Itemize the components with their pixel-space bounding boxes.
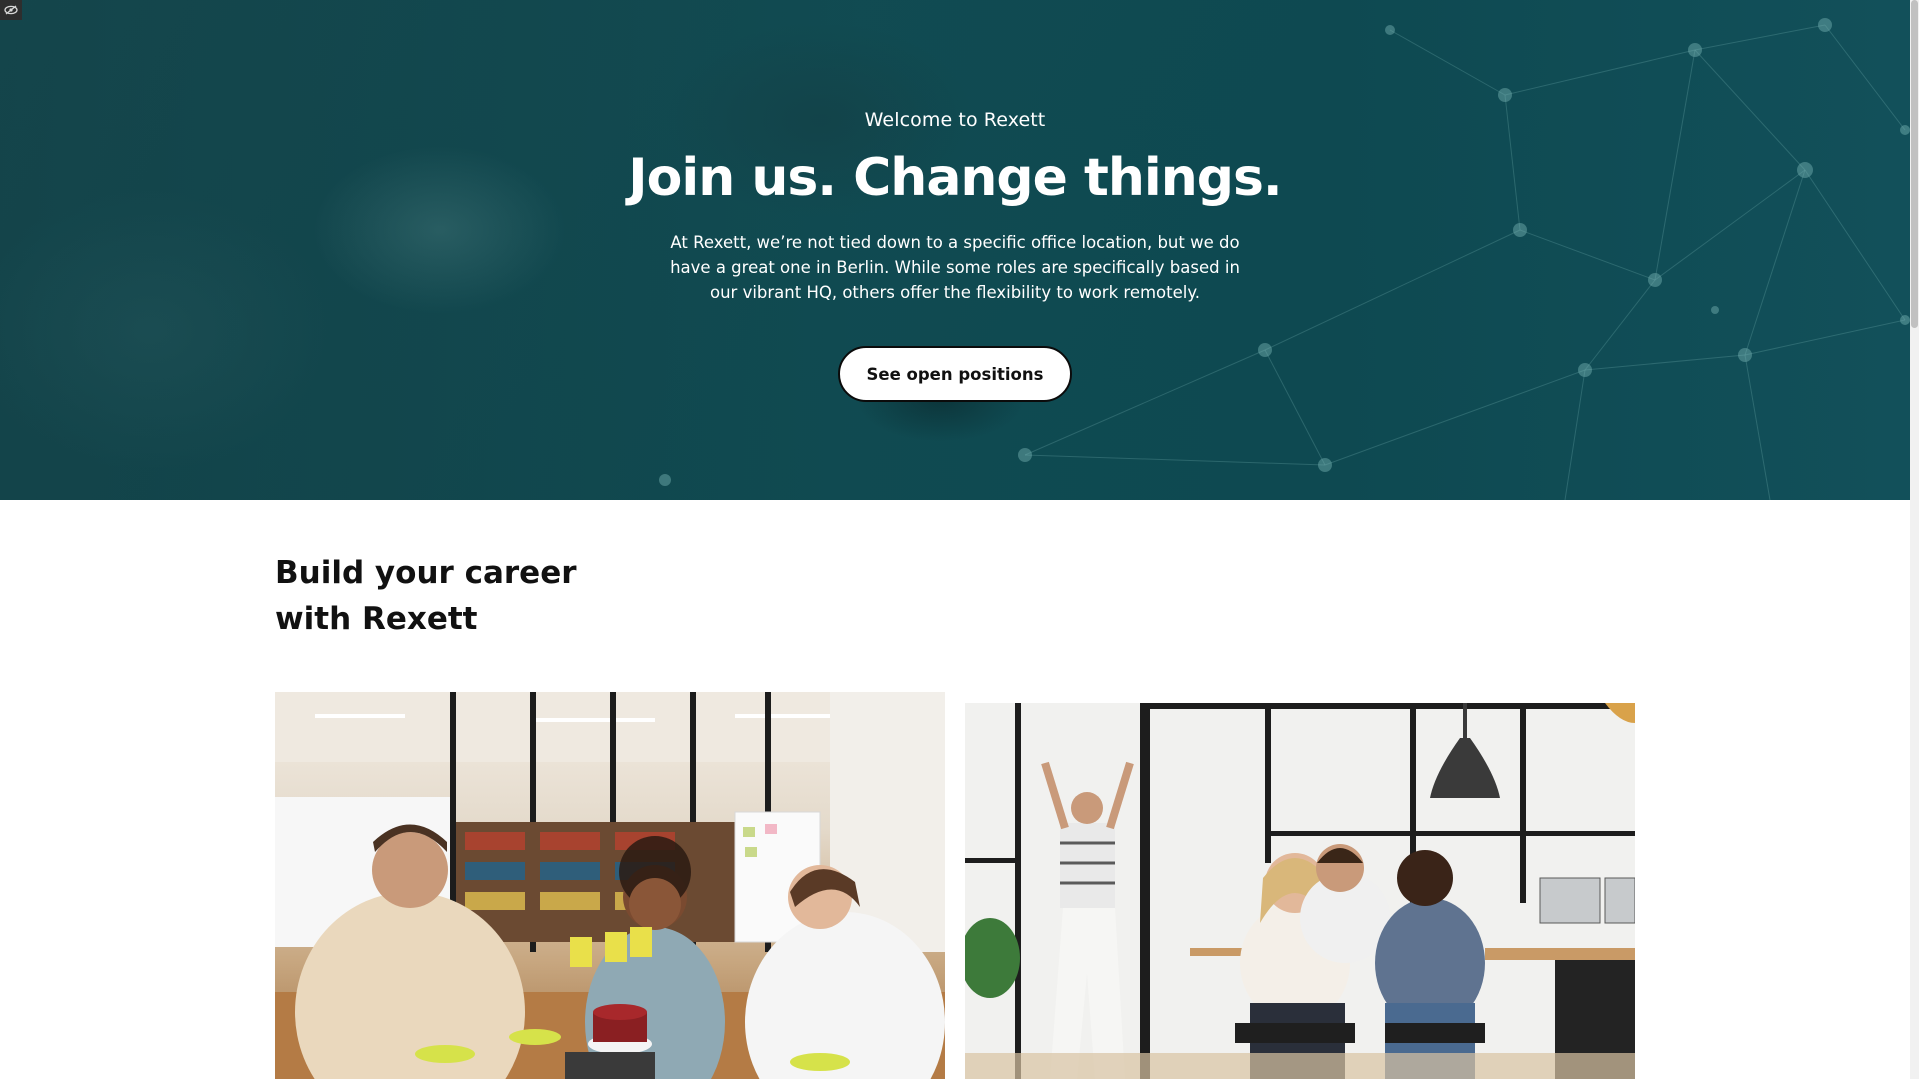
career-section-heading: Build your career with Rexett — [275, 550, 577, 642]
scrollbar-thumb[interactable] — [1911, 0, 1918, 328]
hero-eyebrow: Welcome to Rexett — [864, 109, 1046, 131]
career-heading-line-1: Build your career — [275, 555, 577, 591]
eye-slash-icon[interactable] — [0, 0, 22, 20]
team-celebration-photo — [275, 692, 945, 1079]
page-scrollbar[interactable] — [1910, 0, 1919, 1079]
hero-title: Join us. Change things. — [628, 148, 1282, 208]
career-heading-line-2: with Rexett — [275, 601, 478, 637]
see-open-positions-button[interactable]: See open positions — [838, 346, 1072, 402]
team-office-photo — [965, 703, 1635, 1079]
page: Welcome to Rexett Join us. Change things… — [0, 0, 1919, 1079]
hero-section: Welcome to Rexett Join us. Change things… — [0, 0, 1910, 500]
hero-description: At Rexett, we’re not tied down to a spec… — [670, 233, 1240, 302]
